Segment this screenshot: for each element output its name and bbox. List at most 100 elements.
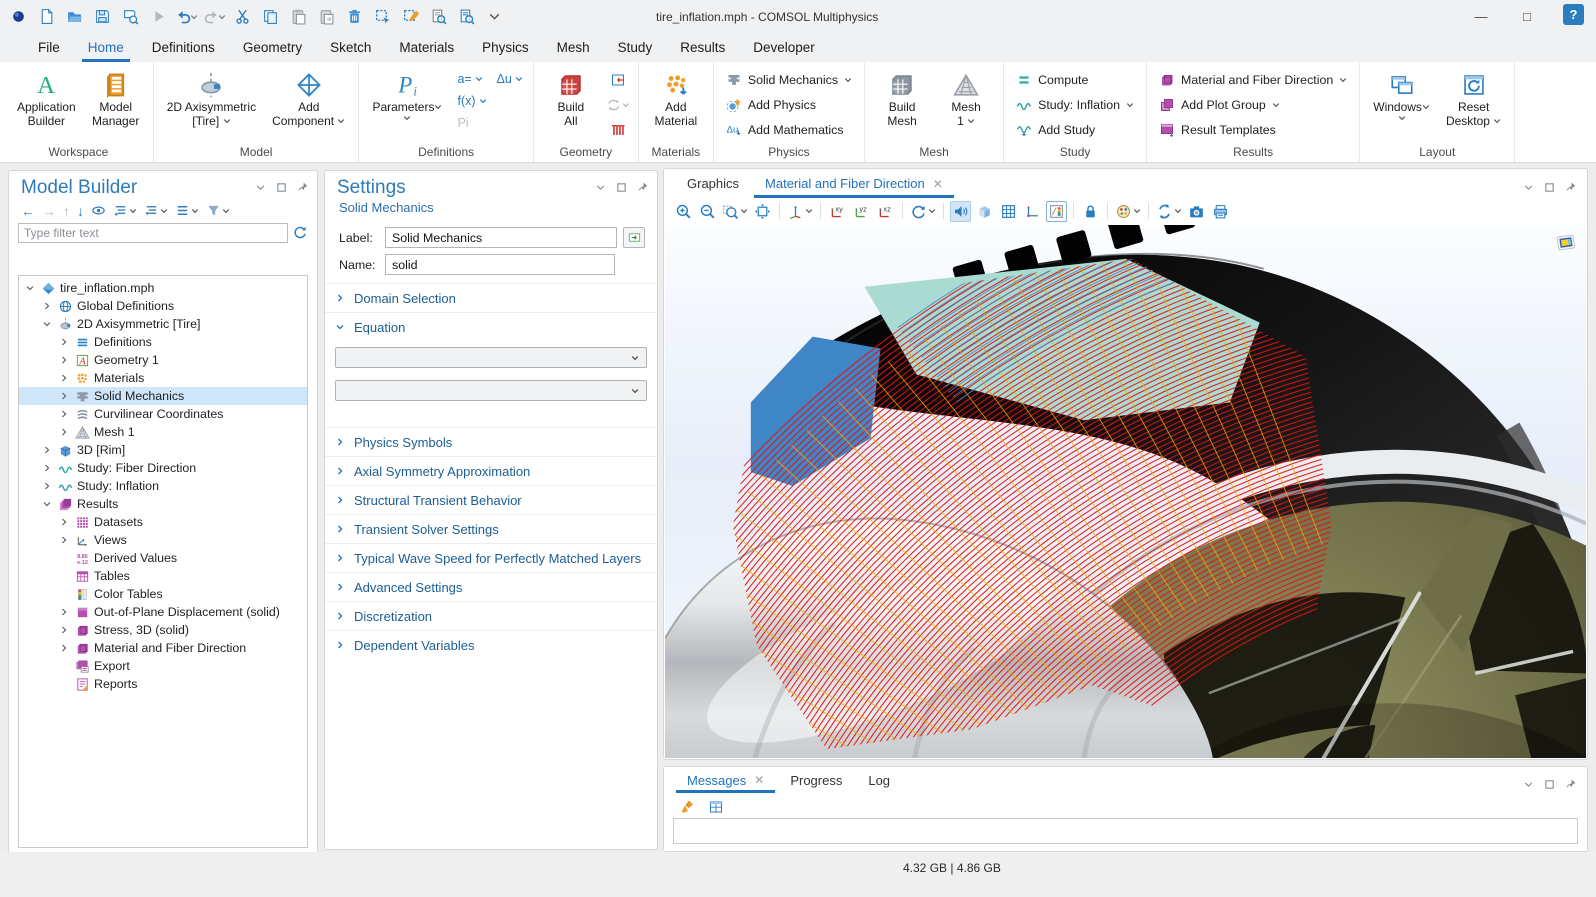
tree-item-solid-mechanics[interactable]: Solid Mechanics <box>19 387 307 405</box>
build-button[interactable]: BuildMesh <box>871 66 933 128</box>
save-search-button[interactable] <box>118 5 142 29</box>
panel-menu-button[interactable] <box>1522 778 1535 794</box>
go-to-view-button[interactable] <box>786 201 814 222</box>
tree-item-3d-rim-[interactable]: 3D [Rim] <box>19 441 307 459</box>
graphics-canvas[interactable] <box>665 225 1586 758</box>
lock-view-button[interactable] <box>1080 201 1101 222</box>
expand-arrow-icon[interactable] <box>57 391 70 401</box>
tree-node-settings-button[interactable] <box>175 203 199 218</box>
expand-arrow-icon[interactable] <box>40 463 53 473</box>
expand-arrow-icon[interactable] <box>57 607 70 617</box>
tree-item-2d-axisymmetric-tire-[interactable]: 2D Axisymmetric [Tire] <box>19 315 307 333</box>
tree-item-derived-values[interactable]: 8.85e-12Derived Values <box>19 549 307 567</box>
add-button[interactable]: AddComponent <box>265 66 352 128</box>
tree-item-definitions[interactable]: Definitions <box>19 333 307 351</box>
collapse-arrow-icon[interactable] <box>23 283 36 293</box>
preview-button[interactable] <box>454 5 478 29</box>
section-advanced-settings[interactable]: Advanced Settings <box>325 573 657 601</box>
section-discretization[interactable]: Discretization <box>325 602 657 630</box>
expand-arrow-icon[interactable] <box>57 427 70 437</box>
expand-arrow-icon[interactable] <box>57 409 70 419</box>
scene-light-button[interactable] <box>950 201 971 222</box>
build-button[interactable]: BuildAll <box>540 66 602 128</box>
definitions-fx-button[interactable]: f(x) <box>457 94 486 108</box>
menu-tab-results[interactable]: Results <box>666 33 739 62</box>
expand-arrow-icon[interactable] <box>40 301 53 311</box>
snapshot-button[interactable] <box>1186 201 1207 222</box>
nav-back-button[interactable]: ← <box>21 204 35 218</box>
menu-tab-developer[interactable]: Developer <box>739 33 829 62</box>
comsol-logo-button[interactable] <box>6 5 30 29</box>
open-file-button[interactable] <box>62 5 86 29</box>
definitions-u-button[interactable]: Δu <box>497 72 523 86</box>
tree-filter-input[interactable] <box>18 223 288 243</box>
toolbar-options-button[interactable] <box>482 5 506 29</box>
add-study-button[interactable]: Add Study <box>1010 118 1140 142</box>
tree-item-study-inflation[interactable]: Study: Inflation <box>19 477 307 495</box>
new-file-button[interactable] <box>34 5 58 29</box>
undo-button[interactable] <box>174 5 198 29</box>
panel-float-button[interactable] <box>615 181 628 197</box>
panel-pin-button[interactable] <box>1564 181 1577 197</box>
expand-all-button[interactable] <box>144 203 168 218</box>
tree-item-stress-3d-solid-[interactable]: Stress, 3D (solid) <box>19 621 307 639</box>
refresh-filter-icon[interactable] <box>292 224 308 243</box>
section-axial-symmetry-approximation[interactable]: Axial Symmetry Approximation <box>325 457 657 485</box>
tree-item-datasets[interactable]: Datasets <box>19 513 307 531</box>
definitions-Pi-button[interactable]: Pi <box>457 116 486 130</box>
collapse-all-button[interactable] <box>113 203 137 218</box>
open-table-window-button[interactable] <box>705 796 726 817</box>
zoom-box-button[interactable] <box>721 201 749 222</box>
minimize-button[interactable]: — <box>1458 0 1504 33</box>
axis-orientation-button[interactable] <box>1022 201 1043 222</box>
compute-button[interactable]: Compute <box>1010 68 1140 92</box>
view-yz-button[interactable]: yz <box>851 201 872 222</box>
label-field-input[interactable] <box>385 227 617 248</box>
messages-tab-log[interactable]: Log <box>855 767 903 793</box>
menu-tab-file[interactable]: File <box>24 33 74 62</box>
show-equation-select[interactable] <box>335 380 647 401</box>
tree-item-reports[interactable]: Reports <box>19 675 307 693</box>
expand-arrow-icon[interactable] <box>40 445 53 455</box>
color-legend-button[interactable] <box>1046 201 1067 222</box>
model-button[interactable]: ModelManager <box>85 66 147 128</box>
name-field-input[interactable] <box>385 254 615 275</box>
plot-thumbnail-icon[interactable] <box>1555 233 1577 253</box>
graphics-tab-graphics[interactable]: Graphics <box>674 169 752 198</box>
menu-tab-geometry[interactable]: Geometry <box>229 33 316 62</box>
maximize-button[interactable]: □ <box>1504 0 1550 33</box>
tree-item-out-of-plane-displacement-solid-[interactable]: Out-of-Plane Displacement (solid) <box>19 603 307 621</box>
expand-arrow-icon[interactable] <box>57 535 70 545</box>
tree-item-color-tables[interactable]: Color Tables <box>19 585 307 603</box>
fence-button[interactable] <box>606 120 630 140</box>
tree-item-study-fiber-direction[interactable]: Study: Fiber Direction <box>19 459 307 477</box>
menu-tab-sketch[interactable]: Sketch <box>316 33 385 62</box>
tree-item-geometry-1[interactable]: AGeometry 1 <box>19 351 307 369</box>
panel-pin-button[interactable] <box>1564 778 1577 794</box>
panel-menu-button[interactable] <box>254 181 267 197</box>
study-inflation-button[interactable]: Study: Inflation <box>1010 93 1140 117</box>
menu-tab-mesh[interactable]: Mesh <box>543 33 604 62</box>
close-tab-icon[interactable]: ✕ <box>754 773 764 787</box>
add-mathematics-button[interactable]: ΔuAdd Mathematics <box>720 118 858 142</box>
expand-arrow-icon[interactable] <box>57 643 70 653</box>
parameters-button[interactable]: PiParameters <box>365 66 449 122</box>
menu-tab-materials[interactable]: Materials <box>385 33 468 62</box>
run-button[interactable] <box>146 5 170 29</box>
view-xy-button[interactable]: xy <box>827 201 848 222</box>
add-physics-button[interactable]: Add Physics <box>720 93 858 117</box>
menu-tab-physics[interactable]: Physics <box>468 33 543 62</box>
result-templates-button[interactable]: Result Templates <box>1153 118 1353 142</box>
panel-pin-button[interactable] <box>296 181 309 197</box>
update-plot-button[interactable] <box>1155 201 1183 222</box>
menu-tab-study[interactable]: Study <box>604 33 667 62</box>
find-button[interactable] <box>426 5 450 29</box>
image-settings-button[interactable] <box>1114 201 1142 222</box>
application-button[interactable]: AApplicationBuilder <box>10 66 83 128</box>
tree-item-global-definitions[interactable]: Global Definitions <box>19 297 307 315</box>
section-transient-solver-settings[interactable]: Transient Solver Settings <box>325 515 657 543</box>
tree-item-tables[interactable]: Tables <box>19 567 307 585</box>
tree-item-material-and-fiber-direction[interactable]: Material and Fiber Direction <box>19 639 307 657</box>
tree-item-curvilinear-coordinates[interactable]: Curvilinear Coordinates <box>19 405 307 423</box>
tree-item-mesh-1[interactable]: Mesh 1 <box>19 423 307 441</box>
